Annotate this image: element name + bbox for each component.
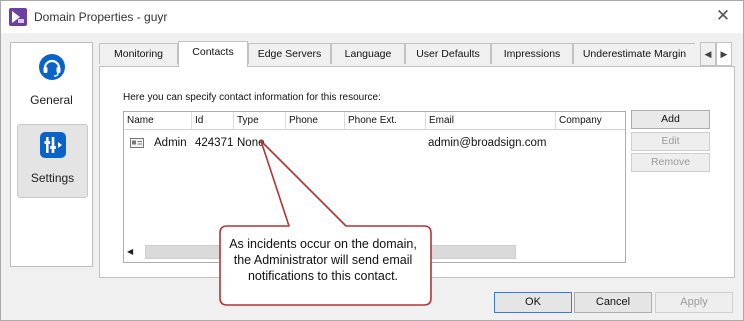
column-header-email[interactable]: Email	[426, 112, 556, 129]
contact-card-icon	[130, 138, 144, 148]
tab-language[interactable]: Language	[331, 43, 405, 64]
app-icon	[9, 8, 27, 26]
callout-line: the Administrator will send email	[233, 253, 413, 267]
tab-impressions[interactable]: Impressions	[491, 43, 573, 64]
cell-type: None	[237, 137, 265, 149]
add-contact-button[interactable]: Add	[631, 110, 710, 129]
nav-item-general[interactable]: General	[17, 47, 86, 119]
cell-name: Admin	[154, 137, 187, 149]
callout-line: notifications to this contact.	[247, 269, 399, 283]
ok-button[interactable]: OK	[494, 292, 572, 313]
title-bar: Domain Properties - guyr ✕	[1, 1, 743, 33]
tab-contacts[interactable]: Contacts	[178, 41, 248, 67]
column-header-phone-ext[interactable]: Phone Ext.	[345, 112, 426, 129]
contacts-list-header: Name Id Type Phone Phone Ext. Email Comp…	[124, 112, 625, 130]
close-icon[interactable]: ✕	[713, 6, 733, 26]
callout-line: As incidents occur on the domain,	[229, 237, 417, 251]
cell-email: admin@broadsign.com	[428, 137, 547, 149]
tab-scroll-left-icon[interactable]: ◀	[700, 42, 716, 66]
contacts-intro-text: Here you can specify contact information…	[123, 92, 381, 103]
column-header-id[interactable]: Id	[192, 112, 234, 129]
category-nav: General Settings	[10, 42, 93, 267]
settings-panel-icon	[40, 132, 66, 158]
tab-scroll-right-icon[interactable]: ▶	[716, 42, 732, 66]
tab-underestimate-margin[interactable]: Underestimate Margin	[573, 43, 695, 64]
headset-icon	[39, 54, 65, 80]
window-title: Domain Properties - guyr	[34, 10, 168, 24]
tab-edge-servers[interactable]: Edge Servers	[248, 43, 331, 64]
nav-label-settings: Settings	[30, 171, 75, 185]
callout-text: As incidents occur on the domain, the Ad…	[219, 236, 427, 284]
tab-strip: Monitoring Contacts Edge Servers Languag…	[99, 41, 717, 67]
tab-monitoring[interactable]: Monitoring	[99, 43, 178, 64]
column-header-name[interactable]: Name	[124, 112, 192, 129]
remove-contact-button[interactable]: Remove	[631, 153, 710, 172]
scroll-left-arrow-icon[interactable]: ◀	[127, 247, 133, 256]
apply-button[interactable]: Apply	[655, 292, 733, 313]
column-header-type[interactable]: Type	[234, 112, 286, 129]
column-header-company[interactable]: Company	[556, 112, 625, 129]
cancel-button[interactable]: Cancel	[574, 292, 652, 313]
tab-user-defaults[interactable]: User Defaults	[405, 43, 491, 64]
edit-contact-button[interactable]: Edit	[631, 132, 710, 151]
table-row[interactable]: Admin 424371 None admin@broadsign.com	[124, 134, 625, 152]
nav-item-settings[interactable]: Settings	[17, 124, 88, 198]
cell-id: 424371	[195, 137, 234, 149]
nav-label-general: General	[30, 93, 73, 107]
column-header-phone[interactable]: Phone	[286, 112, 345, 129]
